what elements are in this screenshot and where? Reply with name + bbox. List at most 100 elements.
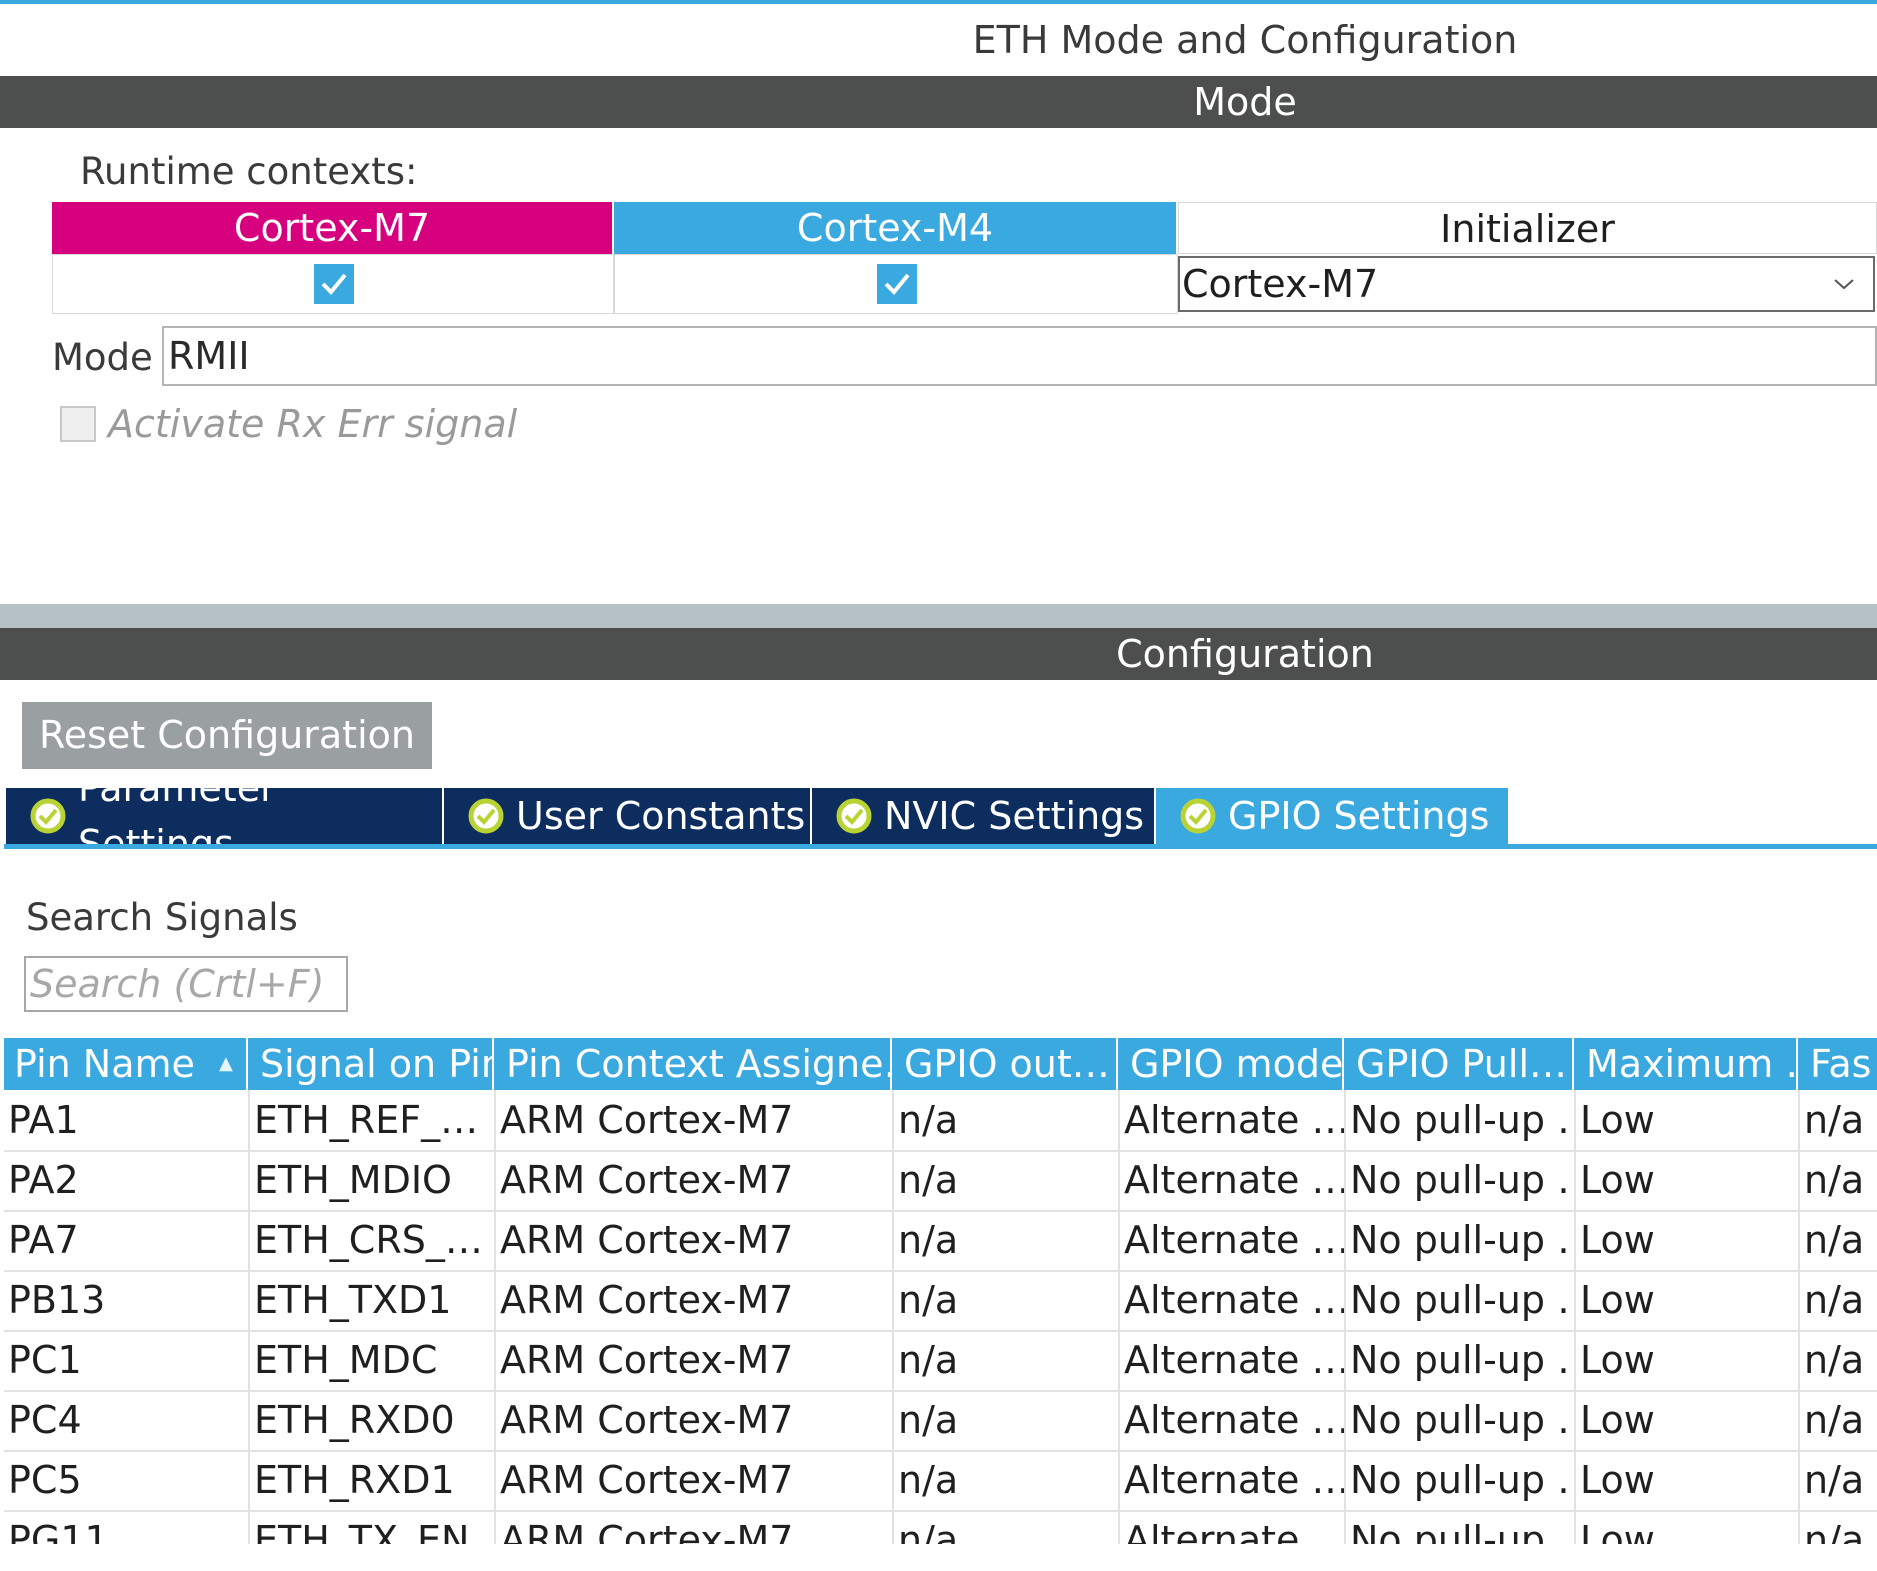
table-cell: Low [1576,1150,1800,1210]
table-cell: Alternate … [1120,1150,1346,1210]
table-cell: n/a [894,1510,1120,1544]
initializer-select[interactable]: Cortex-M7 [1178,256,1875,312]
column-header-signal-on-pin[interactable]: Signal on Pin [250,1038,494,1090]
table-row[interactable]: PA1 ETH_REF_… ARM Cortex-M7 n/a Alternate … N… [4,1090,1877,1152]
column-header-gpio-output[interactable]: GPIO out… [894,1038,1118,1090]
mode-label: Mode [52,336,153,379]
table-cell: n/a [894,1330,1120,1390]
check-circle-icon [836,798,872,834]
tab-label: NVIC Settings [884,794,1145,838]
configuration-section-header: Configuration [0,628,1877,680]
tab-gpio-settings[interactable]: GPIO Settings [1156,788,1508,844]
tab-user-constants[interactable]: User Constants [444,788,810,844]
initializer-value: Cortex-M7 [1182,262,1379,306]
mode-field[interactable]: RMII [162,326,1877,386]
table-row[interactable]: PC5 ETH_RXD1 ARM Cortex-M7 n/a Alternate … No… [4,1450,1877,1512]
tab-label: User Constants [516,794,806,838]
table-cell: Alternate … [1120,1090,1346,1150]
search-signals-label: Search Signals [26,896,298,939]
tab-nvic-settings[interactable]: NVIC Settings [812,788,1154,844]
table-cell: Low [1576,1450,1800,1510]
top-accent-line [0,0,1877,4]
table-cell: n/a [894,1270,1120,1330]
table-cell: n/a [1804,1098,1865,1142]
table-cell: No pull-up … [1346,1450,1576,1510]
table-cell: n/a [1804,1518,1865,1544]
table-cell: Alternate … [1120,1270,1346,1330]
reset-configuration-button[interactable]: Reset Configuration [22,702,432,769]
checkmark-icon [321,273,347,295]
table-cell: Low [1576,1210,1800,1270]
table-cell: ETH_MDIO [250,1150,496,1210]
cortex-m7-checkbox[interactable] [314,264,354,304]
table-cell: ETH_REF_… [250,1090,496,1150]
table-cell: PA1 [4,1090,250,1150]
table-cell: n/a [1804,1338,1865,1382]
table-cell: No pull-up … [1346,1390,1576,1450]
table-cell: ETH_TX_EN [250,1510,496,1544]
rx-err-label: Activate Rx Err signal [108,402,518,446]
mode-header-label: Mode [1193,80,1297,124]
column-header-pin-name[interactable]: Pin Name ▲ [4,1038,248,1090]
column-header-gpio-pull[interactable]: GPIO Pull… [1346,1038,1574,1090]
page-title: ETH Mode and Configuration [972,18,1518,62]
table-cell: ETH_MDC [250,1330,496,1390]
table-cell: Low [1576,1330,1800,1390]
runtime-contexts-label: Runtime contexts: [80,150,418,193]
table-cell: No pull-up … [1346,1270,1576,1330]
tab-parameter-settings[interactable]: Parameter Settings [6,766,442,866]
table-cell: Low [1576,1390,1800,1450]
table-cell: Low [1576,1270,1800,1330]
table-row[interactable]: PB13 ETH_TXD1 ARM Cortex-M7 n/a Alternate … N… [4,1270,1877,1332]
tab-label: Parameter Settings [78,766,276,866]
table-cell: Alternate … [1120,1330,1346,1390]
configuration-header-label: Configuration [1116,632,1374,676]
context-header-cortex-m7: Cortex-M7 [52,202,612,254]
table-cell: Low [1576,1510,1800,1544]
table-row[interactable]: PA2 ETH_MDIO ARM Cortex-M7 n/a Alternate … No… [4,1150,1877,1212]
mode-section-header: Mode [0,76,1877,128]
table-cell: PC5 [4,1450,250,1510]
table-cell: No pull-up … [1346,1330,1576,1390]
check-circle-icon [30,798,66,834]
column-header-gpio-mode[interactable]: GPIO mode [1120,1038,1344,1090]
table-cell: ETH_RXD1 [250,1450,496,1510]
table-cell: PC1 [4,1330,250,1390]
table-cell: Alternate … [1120,1390,1346,1450]
tab-label: GPIO Settings [1228,794,1490,838]
table-cell: ETH_CRS_… [250,1210,496,1270]
column-header-maximum[interactable]: Maximum … [1576,1038,1798,1090]
check-circle-icon [468,798,504,834]
search-input[interactable]: Search (Crtl+F) [24,956,348,1012]
sort-ascending-icon: ▲ [219,1053,233,1074]
chevron-down-icon [1831,258,1857,327]
cortex-m4-checkbox[interactable] [877,264,917,304]
table-cell: ETH_TXD1 [250,1270,496,1330]
table-row[interactable]: PA7 ETH_CRS_… ARM Cortex-M7 n/a Alternate … N… [4,1210,1877,1272]
table-row[interactable]: PC1 ETH_MDC ARM Cortex-M7 n/a Alternate … No … [4,1330,1877,1392]
table-cell: ARM Cortex-M7 [496,1150,894,1210]
table-cell: Alternate … [1120,1450,1346,1510]
table-cell: n/a [894,1210,1120,1270]
table-cell: Alternate … [1120,1510,1346,1544]
table-cell: ARM Cortex-M7 [496,1450,894,1510]
table-cell: No pull-up … [1346,1210,1576,1270]
context-header-cortex-m4: Cortex-M4 [614,202,1176,254]
table-row[interactable]: PC4 ETH_RXD0 ARM Cortex-M7 n/a Alternate … No… [4,1390,1877,1452]
table-cell: PA2 [4,1150,250,1210]
table-cell: PG11 [4,1510,250,1544]
table-cell: ARM Cortex-M7 [496,1270,894,1330]
column-header-fast-mode[interactable]: Fas [1800,1038,1877,1090]
table-body: PA1 ETH_REF_… ARM Cortex-M7 n/a Alternate … N… [4,1090,1877,1544]
column-header-pin-context[interactable]: Pin Context Assigne… [496,1038,892,1090]
context-cell-cortex-m4 [614,254,1178,314]
table-cell: PA7 [4,1210,250,1270]
table-cell: No pull-up … [1346,1150,1576,1210]
rx-err-checkbox[interactable] [60,406,96,442]
table-cell: ARM Cortex-M7 [496,1390,894,1450]
table-cell: Alternate … [1120,1210,1346,1270]
table-row[interactable]: PG11 ETH_TX_EN ARM Cortex-M7 n/a Alternate …… [4,1510,1877,1544]
check-circle-icon [1180,798,1216,834]
table-cell: n/a [1804,1218,1865,1262]
table-cell: PB13 [4,1270,250,1330]
